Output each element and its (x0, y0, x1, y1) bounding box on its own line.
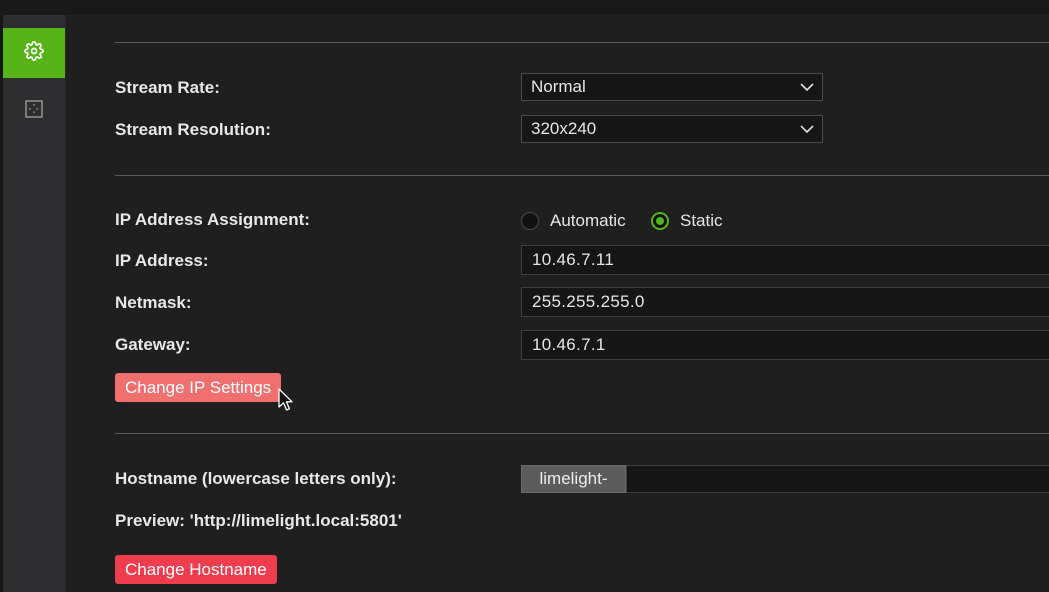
radio-static[interactable]: Static (651, 209, 723, 233)
sidebar (3, 15, 66, 592)
netmask-label: Netmask: (115, 293, 192, 312)
top-bar (0, 0, 1049, 15)
stream-resolution-value: 320x240 (531, 119, 597, 138)
ip-address-input[interactable]: 10.46.7.11 (521, 245, 1049, 275)
mouse-pointer-icon (278, 388, 294, 417)
hostname-prefix: limelight- (521, 465, 626, 493)
hostname-preview: Preview: 'http://limelight.local:5801' (115, 511, 402, 530)
radio-static-circle[interactable] (651, 212, 669, 230)
stream-rate-value: Normal (531, 77, 586, 96)
chevron-down-icon (792, 124, 822, 134)
radio-selected-dot (656, 217, 664, 225)
radio-automatic[interactable]: Automatic (521, 209, 626, 233)
netmask-input[interactable]: 255.255.255.0 (521, 287, 1049, 317)
divider (115, 42, 1049, 43)
radio-automatic-circle[interactable] (521, 212, 539, 230)
gateway-label: Gateway: (115, 335, 191, 354)
stream-rate-select[interactable]: Normal (521, 73, 823, 101)
change-ip-settings-button[interactable]: Change IP Settings (115, 373, 282, 402)
change-hostname-button[interactable]: Change Hostname (115, 555, 277, 584)
stream-resolution-label: Stream Resolution: (115, 120, 271, 139)
stream-rate-label: Stream Rate: (115, 78, 220, 97)
sidebar-item-settings[interactable] (3, 28, 65, 78)
radio-automatic-label: Automatic (550, 211, 626, 230)
ip-assignment-label: IP Address Assignment: (115, 210, 310, 229)
ip-address-label: IP Address: (115, 251, 209, 270)
gear-icon (24, 40, 44, 66)
gateway-input[interactable]: 10.46.7.1 (521, 330, 1049, 360)
hostname-label: Hostname (lowercase letters only): (115, 469, 397, 488)
hostname-input[interactable] (626, 465, 1049, 493)
divider (115, 175, 1049, 176)
chevron-down-icon (792, 82, 822, 92)
stream-resolution-select[interactable]: 320x240 (521, 115, 823, 143)
sidebar-item-crosshair[interactable] (3, 86, 65, 136)
crosshair-grid-icon (24, 99, 44, 124)
radio-static-label: Static (680, 211, 723, 230)
settings-panel: Stream Rate: Normal Stream Resolution: 3… (66, 15, 1049, 592)
divider (115, 433, 1049, 434)
